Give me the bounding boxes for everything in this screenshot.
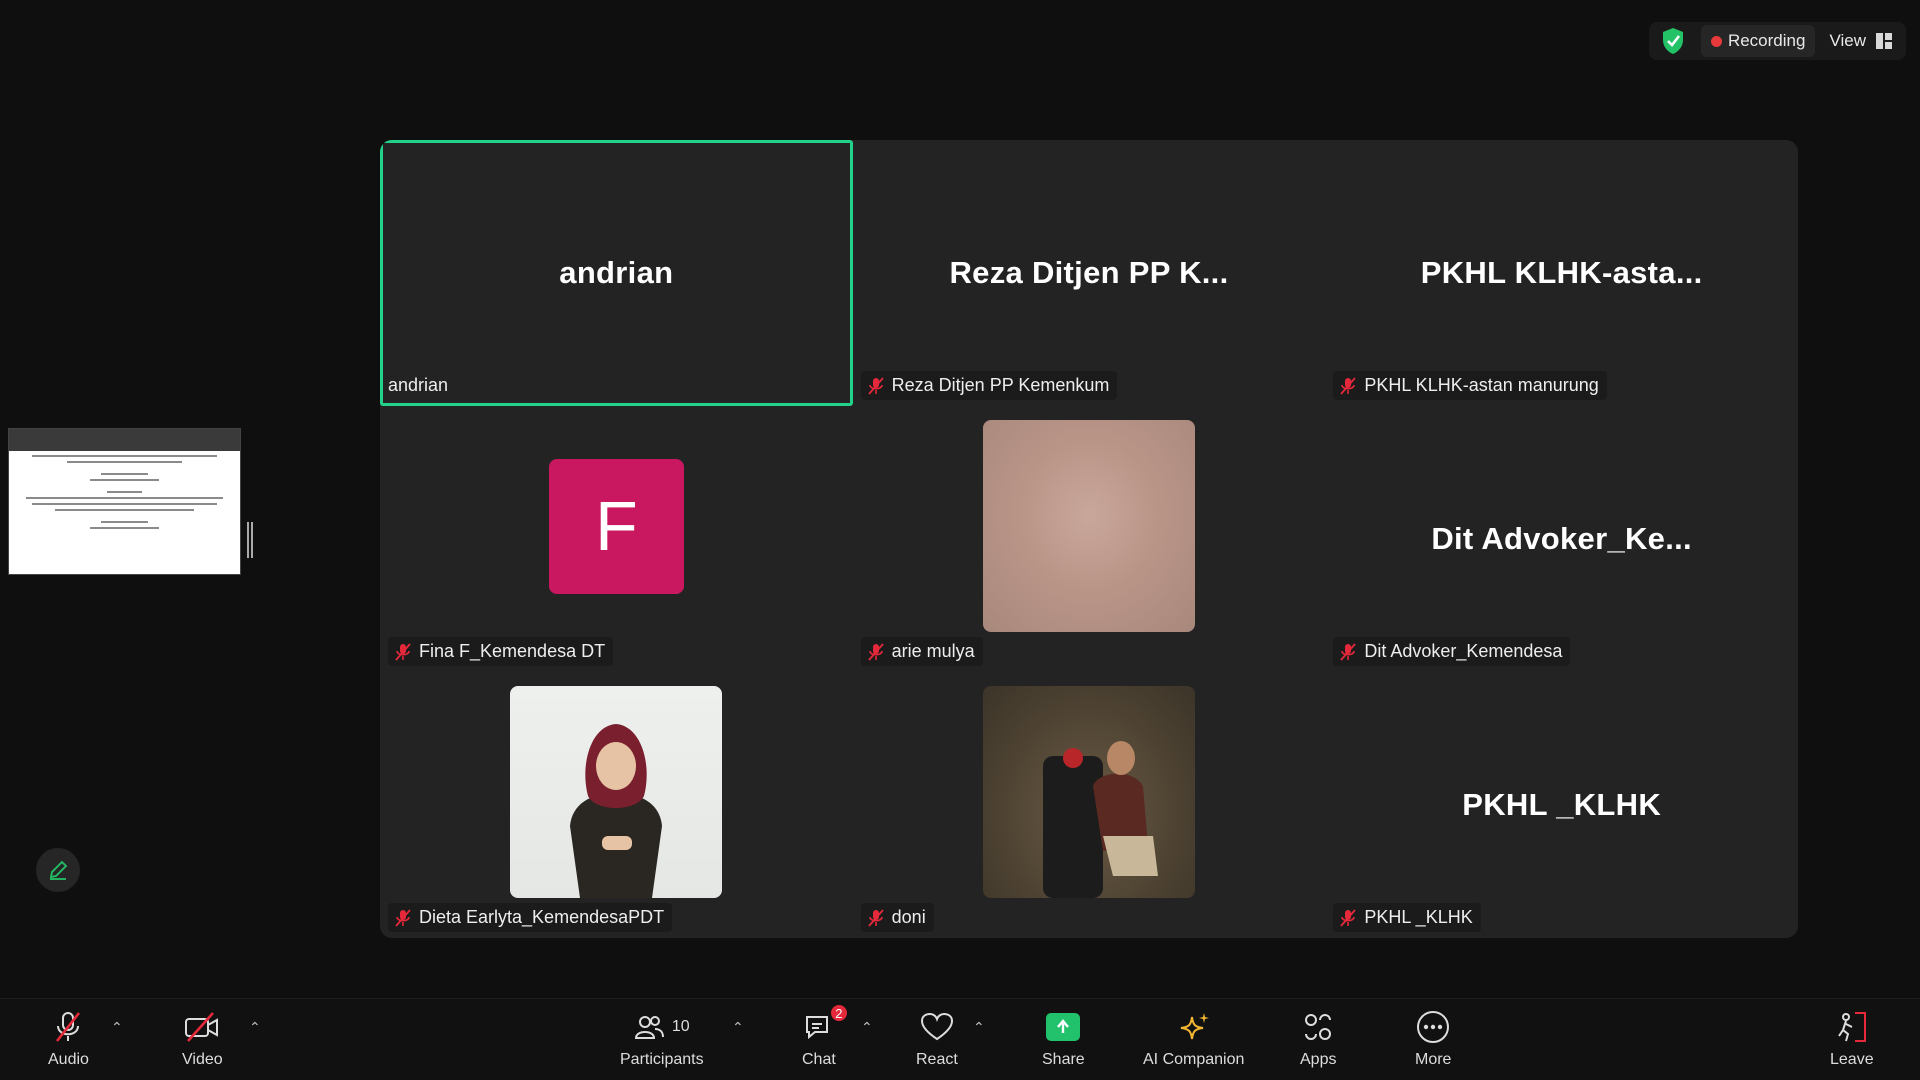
muted-mic-icon [867, 376, 884, 395]
chat-label: Chat [802, 1051, 836, 1068]
participant-tile[interactable]: Dit Advoker_Ke... Dit Advoker_Kemendesa [1325, 406, 1798, 672]
participant-name: PKHL KLHK-astan manurung [1364, 375, 1599, 395]
share-label: Share [1042, 1051, 1085, 1068]
participant-tile[interactable]: Reza Ditjen PP K... Reza Ditjen PP Kemen… [853, 140, 1326, 406]
react-label: React [916, 1051, 958, 1068]
apps-button[interactable]: Apps [1300, 1009, 1336, 1069]
participants-label: Participants [620, 1051, 704, 1068]
more-label: More [1415, 1051, 1452, 1068]
participant-tile[interactable]: doni [853, 672, 1326, 938]
audio-label: Audio [48, 1051, 89, 1068]
ai-companion-label: AI Companion [1143, 1051, 1245, 1068]
participant-label: Fina F_Kemendesa DT [388, 637, 614, 666]
muted-mic-icon [867, 908, 884, 927]
participant-tile[interactable]: PKHL KLHK-asta... PKHL KLHK-astan manuru… [1325, 140, 1798, 406]
participant-tile[interactable]: andrian andrian [380, 140, 853, 406]
view-button[interactable]: View [1829, 31, 1892, 51]
participant-label: arie mulya [860, 637, 983, 666]
heart-icon [920, 1012, 953, 1041]
encryption-shield-icon[interactable] [1659, 26, 1687, 56]
video-label: Video [182, 1051, 223, 1068]
share-arrow-icon [1046, 1013, 1081, 1041]
participant-label: PKHL KLHK-astan manurung [1333, 371, 1607, 400]
chat-options-chevron-icon[interactable]: ⌃ [861, 1019, 873, 1036]
leave-label: Leave [1830, 1051, 1874, 1068]
participants-options-chevron-icon[interactable]: ⌃ [732, 1019, 744, 1036]
leave-button[interactable]: Leave [1830, 1009, 1874, 1069]
video-button[interactable]: Video [182, 1009, 223, 1069]
sparkle-icon [1180, 1013, 1209, 1040]
participant-name: andrian [388, 375, 449, 395]
ai-companion-button[interactable]: AI Companion [1143, 1009, 1244, 1069]
participant-name: Fina F_Kemendesa DT [419, 641, 606, 661]
shared-screen-thumbnail[interactable] [8, 428, 241, 575]
muted-mic-icon [1340, 908, 1357, 927]
muted-mic-icon [1340, 642, 1357, 661]
thumbnail-resize-handle[interactable] [247, 522, 253, 558]
participant-name: PKHL _KLHK [1364, 907, 1473, 927]
more-dots-icon [1417, 1011, 1450, 1043]
muted-mic-icon [395, 642, 411, 661]
muted-mic-icon [395, 908, 411, 927]
muted-mic-icon [867, 642, 884, 661]
react-options-chevron-icon[interactable]: ⌃ [973, 1019, 985, 1036]
participant-tile[interactable]: F Fina F_Kemendesa DT [380, 406, 853, 672]
muted-mic-icon [1340, 376, 1357, 395]
profile-photo [982, 686, 1195, 898]
participant-name-large: PKHL _KLHK [1462, 787, 1662, 822]
profile-photo [982, 420, 1195, 632]
audio-options-chevron-icon[interactable]: ⌃ [111, 1019, 123, 1036]
participant-label: Reza Ditjen PP Kemenkum [860, 371, 1118, 400]
participant-name: Reza Ditjen PP Kemenkum [891, 375, 1110, 395]
participant-tile[interactable]: arie mulya [853, 406, 1326, 672]
unread-chat-badge: 2 [828, 1003, 849, 1023]
meeting-status-bar: Recording View [1648, 22, 1906, 60]
profile-photo [510, 686, 723, 898]
pencil-icon [49, 860, 68, 880]
gallery-view-grid: andrian andrian Reza Ditjen PP K... Reza… [380, 140, 1798, 938]
leave-door-icon [1837, 1012, 1866, 1042]
recording-dot-icon [1710, 35, 1722, 47]
participant-name-large: Dit Advoker_Ke... [1431, 521, 1692, 556]
react-button[interactable]: React [916, 1009, 958, 1069]
participant-name: doni [891, 907, 926, 927]
share-screen-button[interactable]: Share [1042, 1009, 1085, 1069]
participant-label: andrian [386, 371, 456, 400]
more-button[interactable]: More [1415, 1009, 1451, 1069]
participant-label: PKHL _KLHK [1333, 903, 1481, 932]
participants-icon [634, 1016, 664, 1039]
chat-button[interactable]: 2 Chat [802, 1003, 849, 1069]
participant-name: arie mulya [891, 641, 975, 661]
apps-label: Apps [1300, 1051, 1337, 1068]
participant-name-large: PKHL KLHK-asta... [1420, 255, 1703, 290]
annotate-pencil-button[interactable] [36, 848, 80, 892]
participant-name-large: Reza Ditjen PP K... [949, 255, 1229, 290]
view-label: View [1829, 31, 1866, 50]
participants-button[interactable]: 10 Participants [620, 1009, 704, 1069]
video-options-chevron-icon[interactable]: ⌃ [249, 1019, 261, 1036]
participant-label: Dieta Earlyta_KemendesaPDT [388, 903, 673, 932]
participant-label: doni [860, 903, 934, 932]
apps-icon [1305, 1014, 1332, 1040]
muted-mic-icon [56, 1012, 81, 1042]
avatar: F [548, 458, 684, 594]
meeting-toolbar: Audio ⌃ Video ⌃ 10 Participants ⌃ 2 Chat… [0, 998, 1920, 1080]
participant-label: Dit Advoker_Kemendesa [1333, 637, 1571, 666]
participant-name: Dieta Earlyta_KemendesaPDT [419, 907, 665, 927]
speaker-view-icon [1876, 33, 1892, 49]
recording-label: Recording [1727, 31, 1806, 50]
audio-button[interactable]: Audio [48, 1009, 89, 1069]
recording-indicator[interactable]: Recording [1700, 25, 1816, 57]
participants-count: 10 [671, 1018, 690, 1035]
participant-name-large: andrian [559, 255, 674, 290]
participant-name: Dit Advoker_Kemendesa [1364, 641, 1563, 661]
participant-tile[interactable]: PKHL _KLHK PKHL _KLHK [1325, 672, 1798, 938]
participant-tile[interactable]: Dieta Earlyta_KemendesaPDT [380, 672, 853, 938]
video-off-icon [185, 1012, 219, 1042]
